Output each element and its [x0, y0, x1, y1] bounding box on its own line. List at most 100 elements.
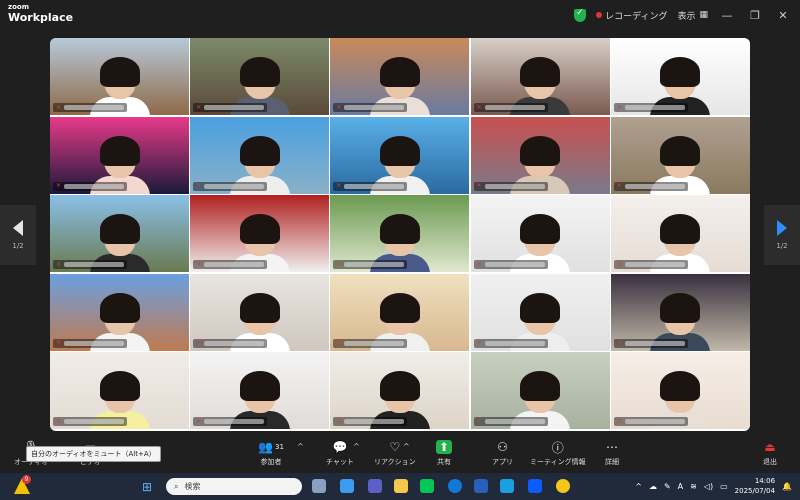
participant-video-tile[interactable]: ✕	[50, 38, 189, 115]
copilot-icon[interactable]	[340, 479, 354, 493]
view-button[interactable]: 表示 ▦	[677, 9, 708, 22]
muted-mic-icon: ✕	[196, 103, 202, 111]
windows-start-icon[interactable]: ⊞	[142, 480, 152, 494]
cloud-icon[interactable]: ☁	[649, 482, 657, 491]
battery-icon[interactable]: ▭	[720, 482, 728, 491]
participant-video-tile[interactable]: ✕	[190, 38, 330, 115]
file-explorer-icon[interactable]	[394, 479, 408, 493]
blurred-name	[344, 340, 405, 346]
participant-video-tile[interactable]: ✕	[190, 195, 330, 272]
line-icon[interactable]	[420, 479, 434, 493]
next-page-button[interactable]: 1/2	[764, 205, 800, 265]
participant-nameplate: ✕	[193, 103, 268, 112]
encryption-shield-icon[interactable]	[574, 8, 587, 22]
leave-icon: ⏏	[764, 440, 776, 454]
participant-video-tile[interactable]: ✕	[610, 38, 750, 115]
participant-video-tile[interactable]: ✕	[610, 116, 750, 194]
participant-video-tile[interactable]: ✕	[470, 38, 610, 115]
close-button[interactable]: ✕	[774, 9, 792, 22]
tray-expand-icon[interactable]: ^	[635, 482, 642, 491]
participant-video-tile[interactable]: ✕	[50, 352, 189, 429]
blurred-name	[624, 105, 685, 110]
participant-video-tile[interactable]: ✕	[50, 116, 189, 194]
participant-video-tile[interactable]: ✕	[610, 352, 750, 429]
apps-button[interactable]: ⚇ アプリ	[492, 440, 513, 467]
blurred-name	[624, 340, 685, 346]
muted-mic-icon: ✕	[336, 182, 342, 189]
more-icon: ⋯	[606, 440, 618, 454]
blurred-name	[484, 105, 545, 110]
task-view-icon[interactable]	[312, 479, 326, 493]
participant-video-tile[interactable]: ✕	[330, 116, 470, 194]
teams-icon[interactable]	[368, 479, 382, 493]
chrome-icon[interactable]	[556, 479, 570, 493]
chevron-left-icon	[13, 220, 23, 236]
time-text: 14:06	[754, 477, 776, 485]
grid-view-icon: ▦	[699, 10, 708, 20]
participant-video-tile[interactable]: ✕	[470, 116, 610, 194]
pen-icon[interactable]: ✎	[664, 482, 671, 491]
volume-icon[interactable]: ◁)	[704, 482, 713, 491]
edge-icon[interactable]	[448, 479, 462, 493]
apps-label: アプリ	[492, 458, 513, 466]
participant-video-tile[interactable]: ✕	[50, 195, 189, 272]
participant-video-tile[interactable]: ✕	[610, 273, 750, 351]
muted-mic-icon: ✕	[476, 260, 482, 268]
muted-mic-icon: ✕	[196, 417, 202, 425]
chat-caret-button[interactable]: ^	[353, 442, 360, 451]
participant-video-tile[interactable]: ✕	[610, 195, 750, 272]
participant-video-tile[interactable]: ✕	[330, 195, 470, 272]
participants-icon: 👥 31	[258, 440, 284, 454]
previous-page-button[interactable]: 1/2	[0, 205, 36, 265]
participant-video-tile[interactable]: ✕	[470, 195, 610, 272]
blurred-name	[204, 183, 265, 189]
clock[interactable]: 14:06 2025/07/04	[735, 476, 775, 496]
participant-video-tile[interactable]: ✕	[190, 352, 330, 429]
zoom-taskbar-icon[interactable]	[528, 479, 542, 493]
participant-video-tile[interactable]: ✕	[190, 273, 330, 351]
participant-nameplate: ✕	[473, 417, 548, 426]
blurred-name	[484, 340, 545, 346]
participants-button[interactable]: 👥 31 参加者	[256, 440, 286, 467]
more-button[interactable]: ⋯ 詳細	[604, 440, 620, 467]
chat-icon: 💬	[332, 440, 348, 454]
previous-page-indicator: 1/2	[12, 242, 24, 250]
participant-nameplate: ✕	[333, 417, 408, 426]
participant-nameplate: ✕	[193, 260, 268, 269]
participant-video-tile[interactable]: ✕	[330, 273, 470, 351]
participant-video-tile[interactable]: ✕	[190, 116, 330, 194]
participant-nameplate: ✕	[53, 103, 127, 112]
participant-video-tile[interactable]: ✕	[50, 273, 189, 351]
chat-button[interactable]: 💬 チャット	[326, 440, 354, 467]
recording-indicator[interactable]: レコーディング	[596, 9, 667, 22]
muted-mic-icon: ✕	[56, 260, 62, 268]
participant-nameplate: ✕	[53, 181, 127, 191]
participants-caret-button[interactable]: ^	[297, 442, 304, 451]
word-icon[interactable]	[474, 479, 488, 493]
leave-button[interactable]: ⏏ 退出	[762, 440, 778, 467]
share-button[interactable]: ⬆ 共有	[436, 440, 452, 467]
notifications-bell-icon[interactable]: 🔔	[782, 482, 792, 491]
participant-nameplate: ✕	[473, 260, 548, 269]
participant-video-tile[interactable]: ✕	[470, 352, 610, 429]
video-app-icon[interactable]	[500, 479, 514, 493]
restore-button[interactable]: ❐	[746, 9, 764, 22]
participant-video-tile[interactable]: ✕	[330, 352, 470, 429]
taskbar-search[interactable]: ⌕ 検索	[166, 478, 302, 495]
recording-dot-icon	[596, 12, 603, 18]
meeting-info-button[interactable]: ⓘ ミーティング情報	[530, 440, 586, 467]
participant-nameplate: ✕	[333, 260, 408, 269]
blurred-name	[344, 105, 405, 110]
ime-indicator[interactable]: A	[678, 482, 683, 491]
blurred-name	[204, 105, 265, 110]
reactions-caret-button[interactable]: ^	[403, 442, 410, 451]
participant-video-tile[interactable]: ✕	[470, 273, 610, 351]
share-screen-icon: ⬆	[436, 440, 452, 454]
minimize-button[interactable]: —	[718, 9, 736, 22]
blurred-name	[64, 262, 124, 267]
wifi-icon[interactable]: ≋	[690, 482, 697, 491]
share-label: 共有	[437, 458, 451, 466]
muted-mic-icon: ✕	[616, 417, 622, 425]
blurred-name	[624, 183, 685, 189]
participant-video-tile[interactable]: ✕	[330, 38, 470, 115]
